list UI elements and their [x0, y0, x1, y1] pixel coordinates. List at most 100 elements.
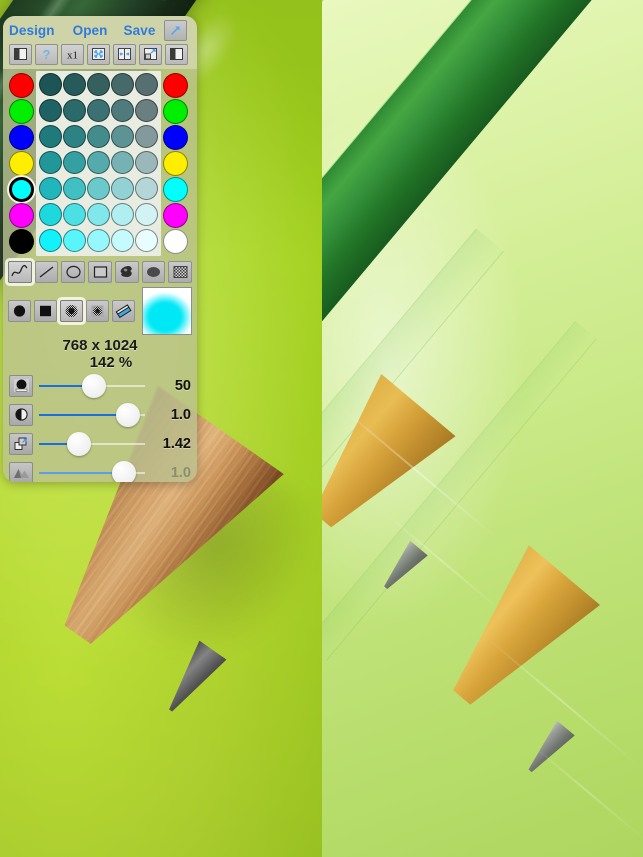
color-swatch[interactable]: [39, 177, 62, 200]
color-palette[interactable]: [3, 69, 197, 259]
canvas-dimensions-label: 768 x 1024: [62, 337, 138, 354]
color-swatch[interactable]: [9, 177, 34, 202]
slider-fill: [39, 413, 129, 416]
color-swatch[interactable]: [135, 229, 158, 252]
color-swatch[interactable]: [163, 73, 188, 98]
tool-panel[interactable]: Design Open Save ? x1 768 x 1024 142 % 5…: [3, 16, 197, 482]
scale-slider[interactable]: 1.42: [3, 429, 197, 458]
color-swatch[interactable]: [163, 203, 188, 228]
color-swatch[interactable]: [163, 151, 188, 176]
soft-dither-circle-icon: [65, 305, 78, 317]
shape-tool-row[interactable]: [3, 259, 197, 285]
slider-track[interactable]: [39, 460, 145, 482]
hard-round-brush[interactable]: [8, 300, 32, 322]
color-swatch[interactable]: [163, 177, 188, 202]
color-swatch[interactable]: [63, 125, 86, 148]
side-by-side-icon[interactable]: [113, 43, 136, 65]
rectangle-tool[interactable]: [88, 261, 112, 283]
pattern-tool[interactable]: [168, 261, 193, 283]
color-swatch[interactable]: [63, 229, 86, 252]
color-swatch[interactable]: [87, 177, 110, 200]
color-swatch[interactable]: [39, 125, 62, 148]
color-swatch[interactable]: [111, 229, 134, 252]
color-swatch[interactable]: [9, 73, 34, 98]
color-swatch[interactable]: [163, 99, 188, 124]
palette-left-column[interactable]: [7, 71, 36, 256]
slider-knob[interactable]: [67, 431, 92, 456]
palette-right-column[interactable]: [161, 71, 190, 256]
color-swatch[interactable]: [163, 229, 188, 254]
slider-track[interactable]: [39, 431, 145, 456]
line-tool[interactable]: [34, 261, 59, 283]
color-swatch[interactable]: [39, 229, 62, 252]
color-swatch[interactable]: [87, 125, 110, 148]
slider-track[interactable]: [39, 373, 145, 398]
ellipse-tool[interactable]: [61, 261, 86, 283]
curve-tool[interactable]: [8, 261, 32, 283]
slider-track[interactable]: [39, 402, 145, 427]
color-swatch[interactable]: [63, 177, 86, 200]
soft-round-brush[interactable]: [60, 300, 84, 322]
color-swatch[interactable]: [135, 125, 158, 148]
color-swatch[interactable]: [63, 99, 86, 122]
hard-square-brush[interactable]: [34, 300, 58, 322]
blob-tool[interactable]: [114, 261, 139, 283]
color-swatch[interactable]: [135, 203, 158, 226]
scale-corner-icon[interactable]: [139, 43, 162, 65]
color-swatch[interactable]: [39, 151, 62, 174]
color-swatch[interactable]: [111, 177, 134, 200]
expand-arrow-icon[interactable]: [164, 20, 187, 41]
color-swatch[interactable]: [9, 151, 34, 176]
slider-group[interactable]: 50 1.0 1.42 1.0: [3, 371, 197, 482]
color-swatch[interactable]: [63, 151, 86, 174]
color-swatch[interactable]: [9, 229, 34, 254]
color-swatch[interactable]: [135, 177, 158, 200]
color-swatch[interactable]: [135, 99, 158, 122]
color-swatch[interactable]: [63, 203, 86, 226]
slider-knob[interactable]: [116, 402, 141, 427]
filled-ellipse-tool[interactable]: [141, 261, 166, 283]
texture-slider[interactable]: 1.0: [3, 458, 197, 482]
color-swatch[interactable]: [111, 125, 134, 148]
color-swatch[interactable]: [9, 125, 34, 150]
color-swatch[interactable]: [87, 203, 110, 226]
opacity-slider[interactable]: 1.0: [3, 400, 197, 429]
menu-open[interactable]: Open: [73, 23, 108, 38]
color-swatch[interactable]: [163, 125, 188, 150]
canvas-art-half[interactable]: [322, 0, 643, 857]
color-swatch[interactable]: [39, 99, 62, 122]
color-swatch[interactable]: [111, 73, 134, 96]
color-swatch[interactable]: [111, 151, 134, 174]
color-swatch[interactable]: [9, 99, 34, 124]
color-swatch[interactable]: [111, 203, 134, 226]
question-mark-icon[interactable]: ?: [35, 43, 58, 65]
color-swatch[interactable]: [39, 73, 62, 96]
slider-knob[interactable]: [111, 460, 136, 482]
color-swatch[interactable]: [135, 73, 158, 96]
menu-design[interactable]: Design: [9, 23, 55, 38]
x1-glyph: x1: [67, 50, 78, 62]
color-swatch[interactable]: [87, 151, 110, 174]
fit-to-screen-icon[interactable]: [87, 43, 110, 65]
brush-size-slider[interactable]: 50: [3, 371, 197, 400]
view-mode-icon[interactable]: [165, 43, 188, 65]
slider-knob[interactable]: [82, 373, 107, 398]
color-swatch[interactable]: [9, 203, 34, 228]
color-swatch[interactable]: [87, 229, 110, 252]
x1-icon[interactable]: x1: [61, 43, 84, 65]
color-swatch[interactable]: [63, 73, 86, 96]
color-swatch[interactable]: [111, 99, 134, 122]
menu-save[interactable]: Save: [124, 23, 156, 38]
color-swatch[interactable]: [135, 151, 158, 174]
color-swatch[interactable]: [87, 73, 110, 96]
eraser-tool[interactable]: [112, 300, 136, 322]
color-swatch[interactable]: [87, 99, 110, 122]
dither-brush[interactable]: [86, 300, 110, 322]
curve-icon: [11, 264, 28, 277]
brush-tool-row[interactable]: [3, 285, 197, 337]
color-swatch[interactable]: [39, 203, 62, 226]
palette-grid[interactable]: [36, 71, 161, 256]
split-panel-icon[interactable]: [9, 43, 32, 65]
filled-ellipse-icon: [146, 267, 160, 277]
brush-preview: [142, 287, 193, 335]
